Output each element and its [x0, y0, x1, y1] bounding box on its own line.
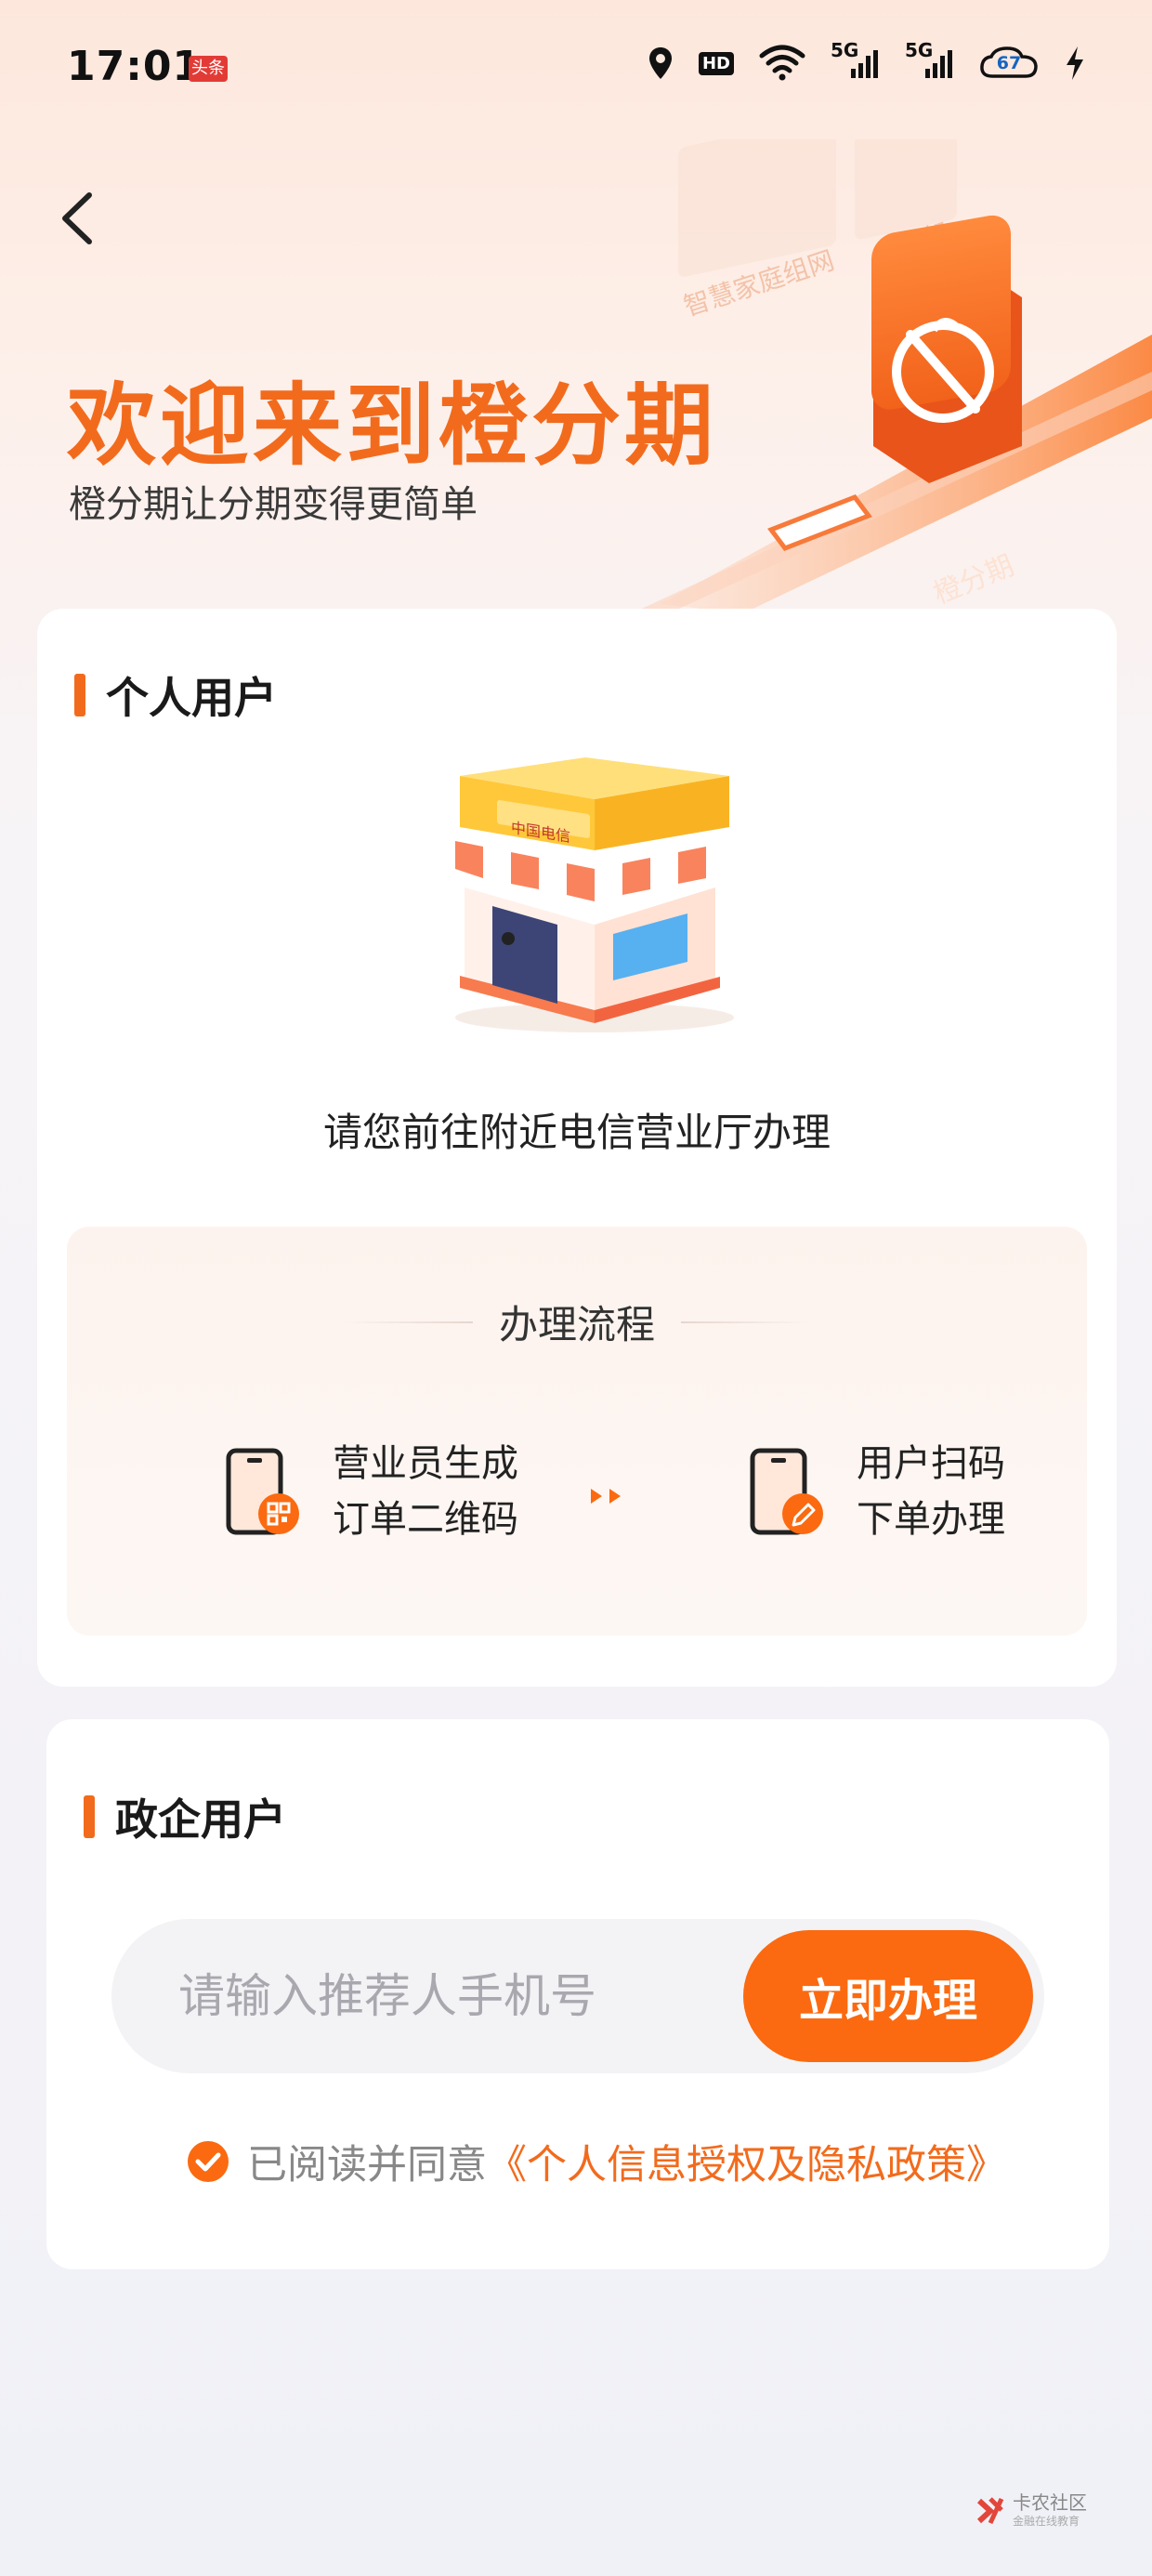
hero-title: 欢迎来到橙分期 — [67, 374, 717, 478]
app-notification-badge: 头条 — [189, 56, 228, 82]
process-panel: 办理流程 营业员生成 订单二维码 用户扫码 下单办理 — [67, 1227, 1087, 1636]
watermark-logo-icon — [976, 2496, 1004, 2524]
process-step-1: 营业员生成 订单二维码 — [225, 1436, 518, 1547]
chevron-left-icon — [62, 192, 92, 244]
enterprise-heading-label: 政企用户 — [115, 1794, 286, 1845]
edit-phone-icon — [750, 1448, 823, 1535]
back-button[interactable] — [52, 186, 108, 251]
process-step-2-text: 用户扫码 下单办理 — [857, 1436, 1005, 1547]
process-step-2: 用户扫码 下单办理 — [749, 1436, 1005, 1547]
referrer-form: 立即办理 — [111, 1919, 1044, 2073]
visit-store-instruction: 请您前往附近电信营业厅办理 — [322, 1110, 831, 1155]
process-title-row: 办理流程 — [67, 1294, 1087, 1350]
status-bar: 17:01 头条 HD 5G 5G 67 — [0, 0, 1152, 139]
hero-subtitle: 橙分期让分期变得更简单 — [69, 483, 478, 526]
watermark-title: 卡农社区 — [1013, 2491, 1087, 2514]
privacy-policy-link[interactable]: 《个人信息授权及隐私政策》 — [487, 2133, 1006, 2190]
status-time: 17:01 — [67, 43, 203, 90]
personal-section-heading: 个人用户 — [74, 664, 277, 726]
charging-icon — [1067, 46, 1083, 80]
hero-illustration: 智慧家庭组网 手机 橙分期 — [632, 139, 1152, 613]
double-arrow-icon — [591, 1489, 621, 1504]
divider-line — [681, 1321, 811, 1323]
apply-now-button[interactable]: 立即办理 — [743, 1930, 1033, 2062]
divider-line — [342, 1321, 473, 1323]
battery-icon: 67 — [979, 46, 1039, 81]
enterprise-user-card: 政企用户 立即办理 已阅读并同意 《个人信息授权及隐私政策》 — [46, 1719, 1109, 2269]
step-2-line-1: 用户扫码 — [857, 1442, 1005, 1485]
watermark: 卡农社区 金融在线教育 — [975, 2492, 1087, 2529]
signal-5g-icon-1: 5G — [831, 39, 881, 80]
hero-art-label-3: 橙分期 — [929, 549, 1019, 611]
heading-accent-bar — [74, 674, 85, 716]
process-step-1-text: 营业员生成 订单二维码 — [333, 1436, 518, 1547]
personal-heading-label: 个人用户 — [106, 673, 277, 723]
store-icon: 中国电信 — [455, 757, 734, 1032]
location-icon — [648, 47, 672, 79]
qr-code-phone-icon — [226, 1448, 299, 1535]
agreement-checkbox[interactable] — [186, 2139, 230, 2184]
agreement-row: 已阅读并同意 《个人信息授权及隐私政策》 — [186, 2133, 1006, 2190]
step-1-line-1: 营业员生成 — [333, 1442, 518, 1485]
watermark-subtitle: 金融在线教育 — [1013, 2515, 1080, 2528]
process-title: 办理流程 — [498, 1302, 655, 1347]
signal-5g-icon-2: 5G — [905, 39, 955, 80]
agreement-prefix: 已阅读并同意 — [247, 2142, 487, 2188]
status-icons: HD 5G 5G 67 — [647, 39, 1087, 82]
step-1-line-2: 订单二维码 — [333, 1498, 518, 1541]
heading-accent-bar — [84, 1795, 95, 1838]
referrer-phone-input[interactable] — [111, 1919, 715, 2073]
hd-icon: HD — [698, 51, 734, 75]
enterprise-section-heading: 政企用户 — [84, 1786, 286, 1847]
step-2-line-2: 下单办理 — [857, 1498, 1005, 1541]
personal-user-card: 个人用户 中国电信 请您前往附近电信营业厅办理 办理流程 营业员生成 订单二维码… — [37, 609, 1117, 1687]
wifi-icon — [759, 45, 805, 81]
